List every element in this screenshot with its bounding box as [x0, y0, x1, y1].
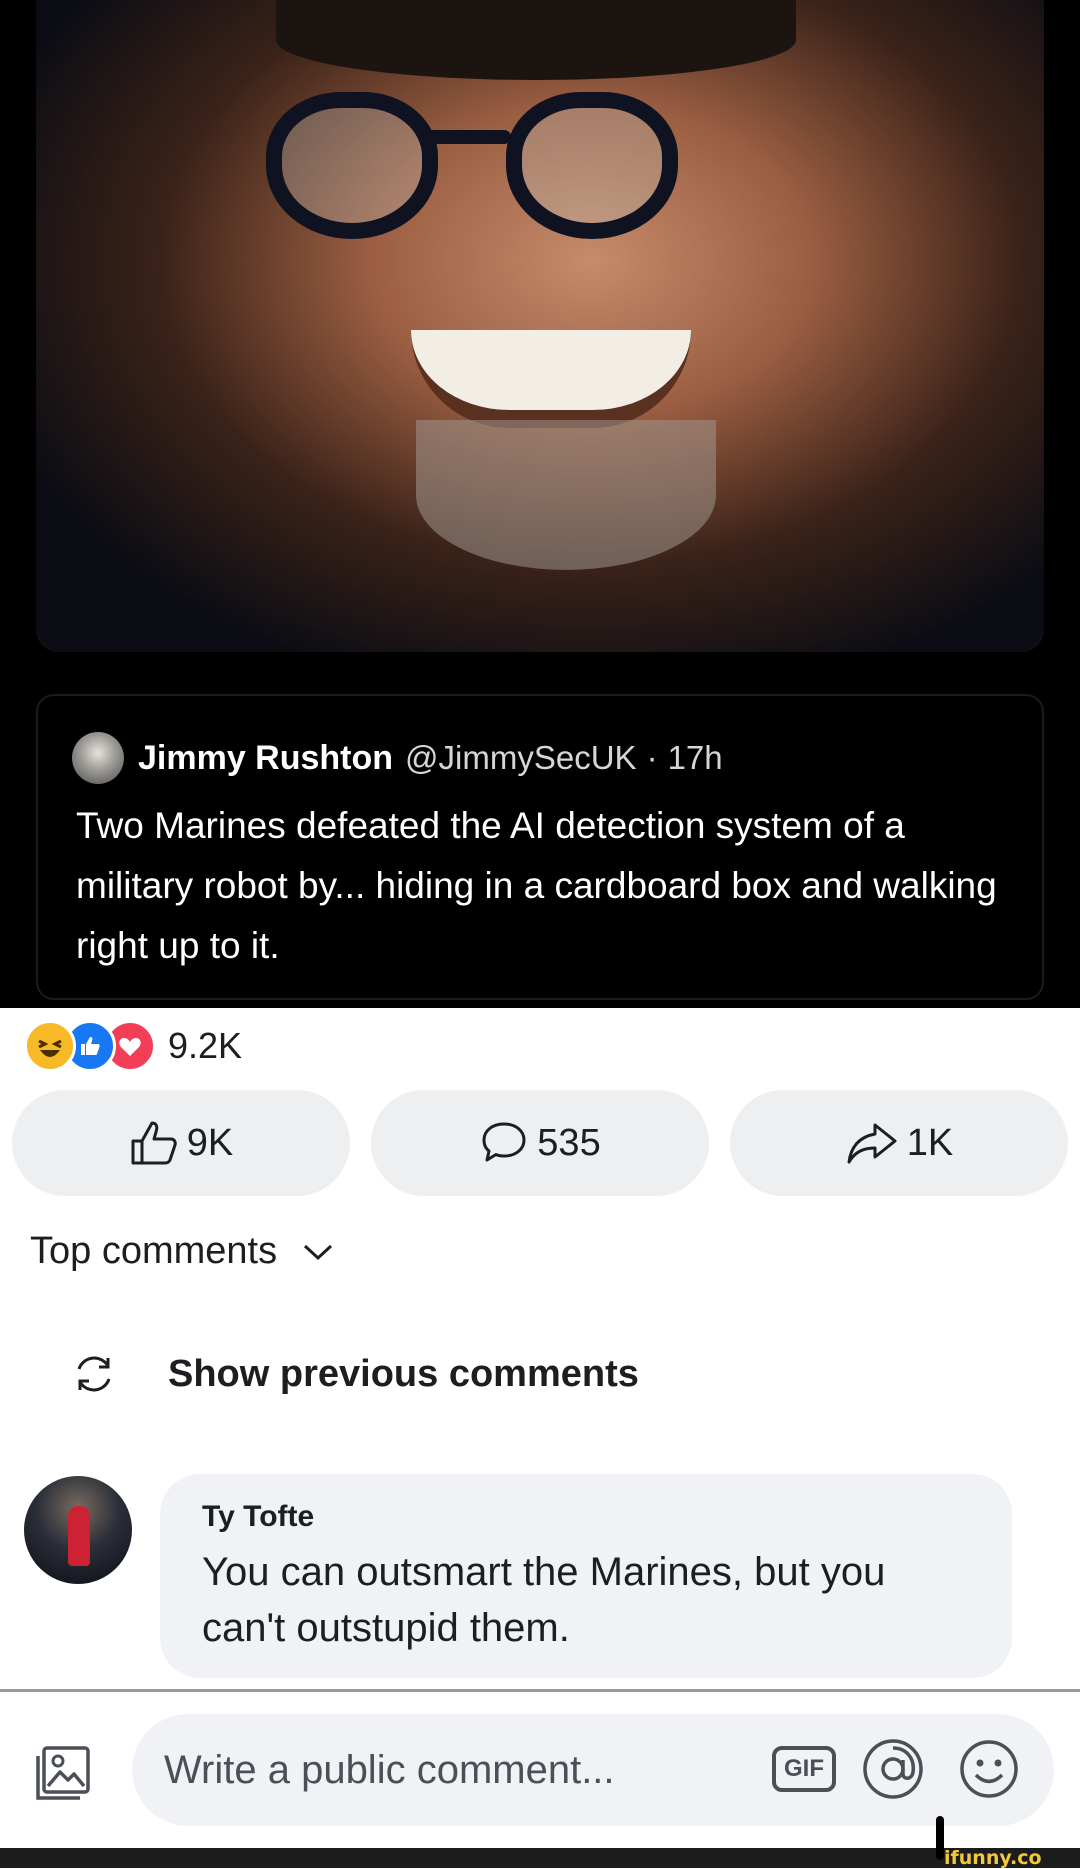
thumbs-up-icon: [131, 1121, 177, 1165]
image-icon: [36, 1746, 90, 1800]
tweet-timestamp: 17h: [667, 739, 723, 776]
comment-button[interactable]: 535: [371, 1090, 709, 1196]
reaction-count: 9.2K: [168, 1025, 243, 1066]
reactions-summary[interactable]: 9.2K: [24, 1018, 242, 1074]
like-button[interactable]: 9K: [12, 1090, 350, 1196]
photo-glasses-right: [506, 92, 678, 239]
photo-smile: [411, 330, 691, 428]
bottom-bar: [0, 1848, 1080, 1868]
text-cursor-marker: [936, 1816, 944, 1860]
mention-button[interactable]: [862, 1738, 924, 1805]
show-previous-comments-button[interactable]: Show previous comments: [72, 1352, 639, 1396]
photo-beard: [416, 420, 716, 570]
post-actions: 9K 535 1K: [12, 1090, 1068, 1196]
chevron-down-icon: [304, 1244, 333, 1260]
comment-count: 535: [537, 1121, 601, 1164]
share-button[interactable]: 1K: [730, 1090, 1068, 1196]
share-arrow-icon: [847, 1123, 897, 1164]
gif-button[interactable]: GIF: [772, 1746, 836, 1792]
tweet-avatar: [72, 732, 124, 784]
commenter-avatar[interactable]: [24, 1476, 132, 1584]
speech-bubble-icon: [482, 1122, 526, 1162]
tweet-card: Jimmy Rushton @JimmySecUK · 17h Two Mari…: [36, 694, 1044, 1000]
photo-glasses-bridge: [421, 130, 511, 144]
comment-bubble[interactable]: Ty Tofte You can outsmart the Marines, b…: [160, 1474, 1012, 1678]
comment-composer: Write a public comment... GIF: [0, 1700, 1080, 1845]
photo-attach-button[interactable]: [34, 1744, 92, 1807]
composer-divider: [0, 1689, 1080, 1692]
show-previous-comments-label: Show previous comments: [168, 1352, 639, 1395]
haha-icon: [24, 1020, 76, 1072]
comment-sort-label: Top comments: [30, 1230, 278, 1272]
smiley-icon: [960, 1740, 1018, 1798]
refresh-icon: [77, 1356, 111, 1392]
at-sign-icon: [863, 1739, 923, 1799]
emoji-button[interactable]: [958, 1738, 1020, 1805]
comment-input-placeholder: Write a public comment...: [164, 1748, 615, 1792]
post-image[interactable]: Jimmy Rushton @JimmySecUK · 17h Two Mari…: [0, 0, 1080, 1008]
photo-glasses-left: [266, 92, 438, 239]
comment-text: You can outsmart the Marines, but you ca…: [202, 1550, 886, 1650]
tweet-separator: ·: [646, 739, 658, 776]
photo-hair: [276, 0, 796, 80]
share-count: 1K: [906, 1121, 954, 1164]
comment-sort-dropdown[interactable]: Top comments: [30, 1230, 333, 1273]
tweet-author-handle: @JimmySecUK: [405, 739, 637, 776]
avatar-figure: [68, 1506, 90, 1566]
tweet-text: Two Marines defeated the AI detection sy…: [76, 805, 997, 966]
comment-author[interactable]: Ty Tofte: [202, 1500, 970, 1534]
tweet-header: Jimmy Rushton @JimmySecUK · 17h: [72, 730, 723, 786]
comment-input[interactable]: Write a public comment... GIF: [132, 1714, 1054, 1826]
ifunny-watermark: ifunny.co: [944, 1847, 1042, 1869]
like-count: 9K: [186, 1121, 234, 1164]
portrait-photo: [36, 0, 1044, 652]
tweet-author-name: Jimmy Rushton: [138, 738, 394, 777]
